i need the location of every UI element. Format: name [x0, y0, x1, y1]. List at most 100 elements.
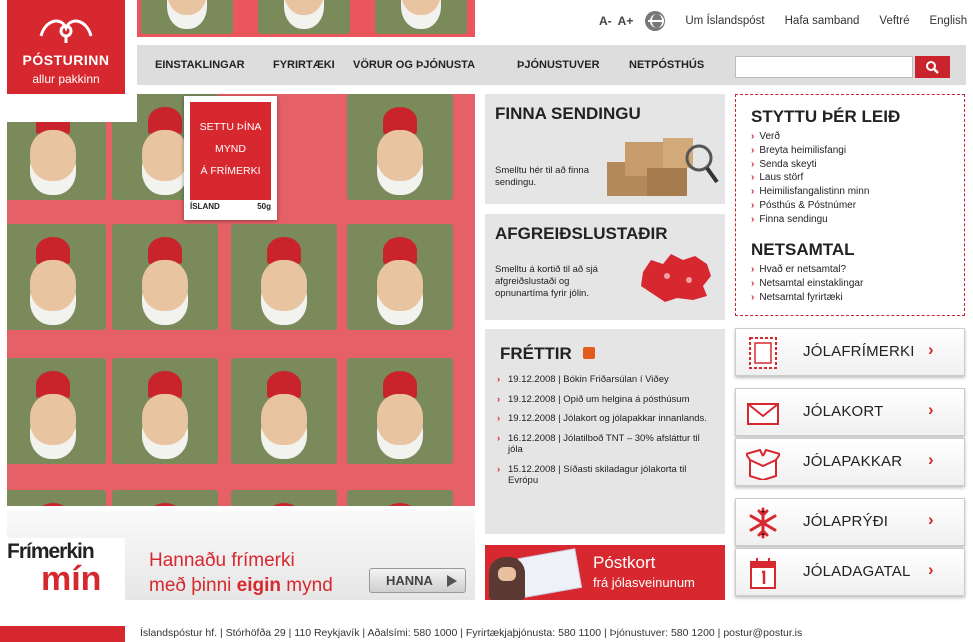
afgreidslustadir-box[interactable]: AFGREIÐSLUSTAÐIR Smelltu á kortið til að… — [485, 214, 725, 320]
iceland-map-icon[interactable] — [637, 250, 715, 304]
stamp-line: Á FRÍMERKI — [200, 165, 261, 177]
shortcut-link[interactable]: › Pósthús & Póstnúmer — [751, 199, 869, 213]
promo-label: JÓLAFRÍMERKI — [803, 343, 915, 360]
stamp-strip-image — [137, 0, 475, 37]
santa-image — [489, 557, 525, 600]
nav-thjonustuver[interactable]: ÞJÓNUSTUVER — [517, 59, 600, 71]
shortcut-link[interactable]: › Laus störf — [751, 171, 869, 185]
chevron-right-icon: › — [751, 264, 755, 275]
promo-label: JÓLADAGATAL — [803, 563, 911, 580]
stamp-line: MYND — [215, 143, 246, 155]
posturinn-logo[interactable]: PÓSTURINN allur pakkinn — [7, 0, 125, 108]
nav-fyrirtaeki[interactable]: FYRIRTÆKI — [273, 59, 335, 71]
news-list: › 19.12.2008 | Bókin Friðarsúlan í Viðey … — [497, 374, 717, 487]
chevron-right-icon: › — [751, 199, 755, 211]
chevron-right-icon: › — [497, 413, 501, 424]
postkort-subtitle: frá jólasveinunum — [593, 575, 695, 590]
stamp-image — [7, 490, 106, 506]
shortcut-link[interactable]: › Senda skeyti — [751, 158, 869, 172]
frimerkin-min-banner[interactable]: Frímerkin mín Hannaðu frímerki með þinni… — [7, 510, 475, 600]
slogan-bold: eigin — [236, 575, 282, 596]
chevron-right-icon: › — [751, 172, 755, 184]
shortcut-link[interactable]: › Finna sendingu — [751, 213, 869, 227]
netsamtal-link[interactable]: › Netsamtal einstaklingar — [751, 277, 863, 291]
logo-tagline: allur pakkinn — [32, 72, 100, 86]
stamp-image — [112, 490, 218, 506]
news-item[interactable]: › 19.12.2008 | Jólakort og jólapakkar inn… — [497, 413, 717, 425]
promo-jolakort[interactable]: JÓLAKORT › — [735, 388, 965, 436]
chevron-right-icon: › — [497, 463, 501, 475]
settu-thina-mynd-stamp[interactable]: SETTU ÞÍNA MYND Á FRÍMERKI ÍSLAND 50g — [184, 96, 277, 220]
afgreidsla-text: Smelltu á kortið til að sjá afgreiðslust… — [495, 264, 598, 299]
news-item-text: 19.12.2008 | Bókin Friðarsúlan í Viðey — [508, 374, 669, 385]
promo-jolapryydi[interactable]: JÓLAPRÝÐI › — [735, 498, 965, 546]
stamp-image — [258, 0, 350, 34]
chevron-right-icon: › — [751, 213, 755, 225]
font-larger-button[interactable]: A+ — [618, 14, 634, 28]
netsamtal-link[interactable]: › Hvað er netsamtal? — [751, 263, 863, 277]
utility-links: A- A+ Um Íslandspóst Hafa samband Veftré… — [599, 11, 967, 31]
search-input[interactable] — [735, 56, 913, 78]
hanna-button-label: HANNA — [386, 573, 433, 588]
promo-jolapakkar[interactable]: JÓLAPAKKAR › — [735, 438, 965, 486]
slogan-line2: með þinni eigin mynd — [149, 573, 333, 598]
link-contact[interactable]: Hafa samband — [785, 15, 860, 27]
postkort-banner[interactable]: Póstkort frá jólasveinunum — [485, 545, 725, 600]
stamp-image — [7, 358, 106, 464]
nav-netposthus[interactable]: NETPÓSTHÚS — [629, 59, 704, 71]
stamp-image — [347, 358, 453, 464]
stamp-image — [347, 490, 453, 506]
finna-sendingu-box[interactable]: FINNA SENDINGU Smelltu hér til að finna … — [485, 94, 725, 204]
news-item[interactable]: › 16.12.2008 | Jólatilboð TNT – 30% afslá… — [497, 433, 717, 456]
promo-label: JÓLAPRÝÐI — [803, 513, 889, 530]
stamp-country: ÍSLAND — [190, 202, 220, 211]
stamp-footer: ÍSLAND 50g — [190, 202, 271, 211]
news-item[interactable]: › 19.12.2008 | Opið um helgina á pósthúsu… — [497, 394, 717, 406]
search-button[interactable] — [915, 56, 950, 78]
hanna-button[interactable]: HANNA — [369, 568, 466, 593]
logo-brand: PÓSTURINN — [22, 52, 110, 68]
shortcuts-title: STYTTU ÞÉR LEIÐ — [751, 107, 901, 126]
gift-box-icon — [746, 448, 780, 480]
nav-vorur-og-thjonusta[interactable]: VÖRUR OG ÞJÓNUSTA — [353, 59, 475, 71]
news-item[interactable]: › 19.12.2008 | Bókin Friðarsúlan í Viðey — [497, 374, 717, 386]
link-english[interactable]: English — [929, 15, 967, 27]
font-smaller-button[interactable]: A- — [599, 14, 612, 28]
shortcut-text: Pósthús & Póstnúmer — [759, 199, 857, 211]
promo-joladagatal[interactable]: JÓLADAGATAL › — [735, 548, 965, 596]
stamp-icon — [749, 337, 777, 369]
rss-icon[interactable] — [583, 347, 595, 359]
chevron-right-icon: › — [497, 374, 501, 385]
netsamtal-text: Netsamtal fyrirtæki — [759, 291, 843, 303]
chevron-right-icon: › — [751, 291, 755, 303]
netsamtal-text: Hvað er netsamtal? — [759, 264, 847, 275]
shortcut-link[interactable]: › Breyta heimilisfangi — [751, 144, 869, 158]
afgreidsla-title: AFGREIÐSLUSTAÐIR — [495, 224, 668, 243]
shortcut-text: Laus störf — [759, 172, 804, 184]
footer-red-bar — [0, 626, 125, 642]
shortcut-link[interactable]: › Heimilisfangalistinn minn — [751, 185, 869, 199]
footer-contact-text: Íslandspóstur hf. | Stórhöfða 29 | 110 R… — [140, 627, 803, 639]
envelope-icon — [747, 403, 779, 425]
postcard-image — [517, 548, 583, 598]
globe-icon[interactable] — [645, 11, 666, 31]
netsamtal-link[interactable]: › Netsamtal fyrirtæki — [751, 291, 863, 305]
chevron-right-icon: › — [928, 450, 934, 469]
link-about[interactable]: Um Íslandspóst — [685, 15, 764, 27]
stamp-image — [347, 94, 453, 200]
netsamtal-text: Netsamtal einstaklingar — [759, 277, 864, 289]
news-item[interactable]: › 15.12.2008 | Síðasti skiladagur jólakor… — [497, 464, 717, 487]
slogan-line1: Hannaðu frímerki — [149, 550, 295, 571]
promo-jolafrimerki[interactable]: JÓLAFRÍMERKI › — [735, 328, 965, 376]
chevron-right-icon: › — [751, 277, 755, 289]
hero-corner — [7, 94, 137, 122]
search-bar — [726, 45, 966, 85]
link-sitemap[interactable]: Veftré — [879, 15, 909, 27]
main-nav: EINSTAKLINGAR FYRIRTÆKI VÖRUR OG ÞJÓNUST… — [137, 45, 726, 85]
postkort-title: Póstkort — [593, 553, 656, 572]
nav-einstaklingar[interactable]: EINSTAKLINGAR — [155, 59, 245, 71]
stamp-message: SETTU ÞÍNA MYND Á FRÍMERKI — [190, 102, 271, 200]
stamp-image — [231, 358, 337, 464]
shortcut-link[interactable]: › Verð — [751, 130, 869, 144]
post-horn-icon — [39, 19, 93, 43]
